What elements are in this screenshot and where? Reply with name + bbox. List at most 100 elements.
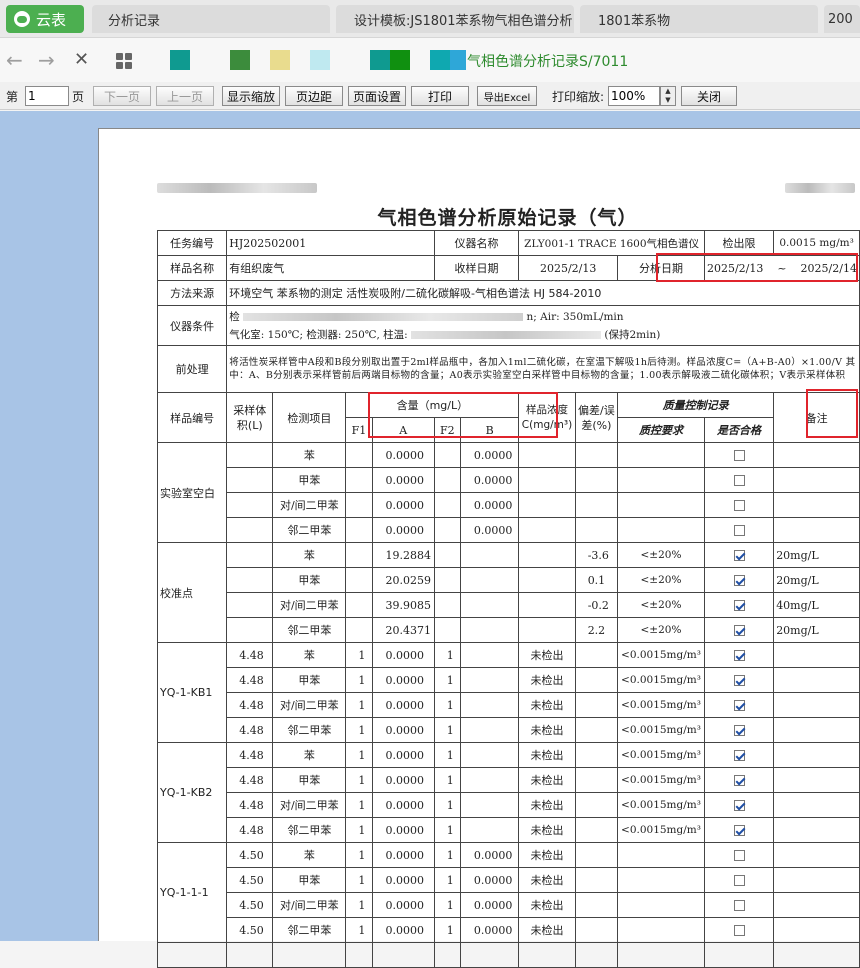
cell-remark (773, 467, 860, 493)
cell-remark (773, 842, 860, 868)
cell-f1: 1 (345, 742, 373, 768)
fit-zoom-button[interactable]: 显示缩放 (222, 86, 280, 106)
cell-qc-req: <0.0015mg/m³ (617, 717, 705, 743)
cell-empty (574, 942, 619, 968)
cell-b (459, 692, 520, 718)
checkbox-unchecked[interactable] (733, 875, 745, 886)
cell-qc-req: <0.0015mg/m³ (617, 692, 705, 718)
cell-a: 19.2884 (371, 542, 435, 568)
checkbox-checked[interactable] (733, 575, 745, 586)
app-brand-label: 云表 (36, 10, 67, 29)
cell-dev (574, 817, 619, 843)
checkbox-unchecked[interactable] (733, 450, 745, 461)
table-row: 对/间二甲苯 0.0000 0.0000 (158, 492, 860, 518)
table-row: 4.50 邻二甲苯 1 0.0000 1 0.0000 未检出 (158, 917, 860, 943)
back-arrow-icon[interactable]: ← (6, 50, 23, 70)
cell-empty (156, 942, 228, 968)
close-icon[interactable]: ✕ (74, 50, 89, 70)
cell-b (459, 617, 520, 643)
cell-qc-ok (703, 517, 775, 543)
cell-b (459, 592, 520, 618)
table-row: 4.48 对/间二甲苯 1 0.0000 1 未检出 <0.0015mg/m³ (158, 792, 860, 818)
cell-qc-req: <0.0015mg/m³ (617, 767, 705, 793)
checkbox-unchecked[interactable] (733, 525, 745, 536)
cell-vol: 4.50 (226, 892, 274, 918)
cell-remark (773, 767, 860, 793)
cell-qc-req (617, 917, 705, 943)
tab-benzene-series[interactable]: 1801苯系物 (580, 5, 818, 33)
checkbox-checked[interactable] (733, 625, 745, 636)
cell-vol: 4.48 (226, 792, 274, 818)
cell-qc-req (617, 442, 705, 468)
tab-design-template[interactable]: 设计模板:JS1801苯系物气相色谱分析 (336, 5, 574, 33)
next-page-button[interactable]: 下一页 (93, 86, 151, 106)
cell-f1: 1 (345, 692, 373, 718)
cell-conc (518, 592, 576, 618)
table-row: 邻二甲苯 20.4371 2.2 <±20% 20mg/L (158, 617, 860, 643)
cell-qc-ok (703, 542, 775, 568)
checkbox-unchecked[interactable] (733, 850, 745, 861)
checkbox-checked[interactable] (733, 675, 745, 686)
cell-a: 0.0000 (371, 892, 435, 918)
pre-value: 将活性炭采样管中A段和B段分别取出置于2ml样品瓶中，各加入1ml二硫化碳，在室… (226, 345, 860, 393)
cell-f2: 1 (433, 917, 461, 943)
tab-overflow[interactable]: 200 (824, 5, 860, 33)
method-label: 方法来源 (156, 280, 228, 306)
cell-item: 邻二甲苯 (272, 817, 347, 843)
export-excel-button[interactable]: 导出Excel (477, 86, 537, 106)
cell-qc-req (617, 867, 705, 893)
cell-item: 对/间二甲苯 (272, 792, 347, 818)
checkbox-checked[interactable] (733, 800, 745, 811)
prev-page-button[interactable]: 上一页 (156, 86, 214, 106)
checkbox-unchecked[interactable] (733, 475, 745, 486)
checkbox-checked[interactable] (733, 825, 745, 836)
checkbox-checked[interactable] (733, 650, 745, 661)
cell-vol: 4.48 (226, 817, 274, 843)
close-button[interactable]: 关闭 (681, 86, 737, 106)
checkbox-checked[interactable] (733, 700, 745, 711)
cell-b: 0.0000 (459, 517, 520, 543)
cell-f2: 1 (433, 767, 461, 793)
zoom-spinner[interactable]: ▲ ▼ (660, 86, 676, 106)
cell-empty (773, 942, 860, 968)
forward-arrow-icon[interactable]: → (38, 50, 55, 70)
cell-empty (371, 942, 435, 968)
page-setup-button[interactable]: 页面设置 (348, 86, 406, 106)
cell-item: 邻二甲苯 (272, 917, 347, 943)
tab-analysis-record[interactable]: 分析记录 (92, 5, 330, 33)
page-margin-button[interactable]: 页边距 (285, 86, 343, 106)
cell-b (459, 767, 520, 793)
cell-f1: 1 (345, 867, 373, 893)
print-button[interactable]: 打印 (411, 86, 469, 106)
checkbox-checked[interactable] (733, 550, 745, 561)
spin-down-icon[interactable]: ▼ (661, 96, 675, 105)
grid-menu-icon[interactable] (116, 53, 132, 69)
cell-qc-ok (703, 792, 775, 818)
checkbox-checked[interactable] (733, 750, 745, 761)
checkbox-checked[interactable] (733, 775, 745, 786)
spin-up-icon[interactable]: ▲ (661, 87, 675, 96)
checkbox-unchecked[interactable] (733, 900, 745, 911)
instrument-label: 仪器名称 (433, 230, 520, 256)
cell-f1: 1 (345, 892, 373, 918)
cell-f2 (433, 467, 461, 493)
report-title: 气相色谱分析原始记录（气） (377, 207, 638, 229)
checkbox-unchecked[interactable] (733, 925, 745, 936)
cell-remark: 20mg/L (773, 567, 860, 593)
print-zoom-input[interactable] (608, 86, 660, 106)
cell-qc-ok (703, 892, 775, 918)
cell-qc-req: <±20% (617, 567, 705, 593)
cell-conc: 未检出 (518, 667, 576, 693)
record-title: 气相色谱分析记录S/7011 (467, 54, 629, 70)
cell-a: 0.0000 (371, 467, 435, 493)
app-brand-button[interactable]: 云表 (6, 5, 84, 33)
sample-name-label: 样品名称 (156, 255, 228, 281)
table-row: 甲苯 0.0000 0.0000 (158, 467, 860, 493)
cell-remark (773, 892, 860, 918)
cell-vol: 4.48 (226, 767, 274, 793)
checkbox-unchecked[interactable] (733, 500, 745, 511)
cell-conc: 未检出 (518, 792, 576, 818)
checkbox-checked[interactable] (733, 725, 745, 736)
checkbox-checked[interactable] (733, 600, 745, 611)
page-number-input[interactable] (25, 86, 69, 106)
